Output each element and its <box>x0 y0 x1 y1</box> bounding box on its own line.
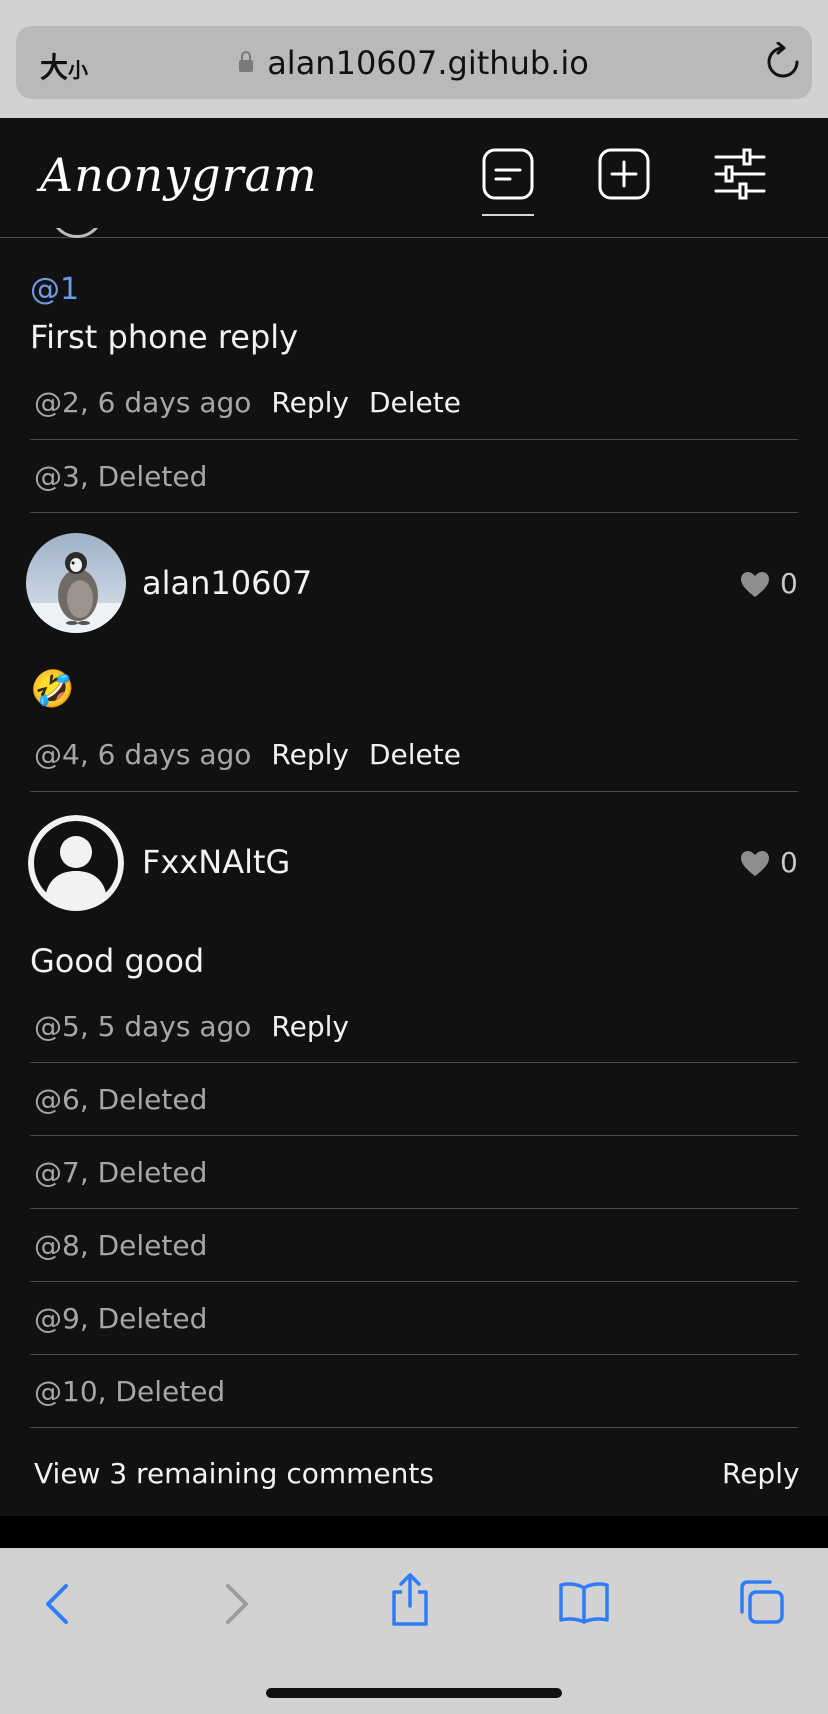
partial-avatar <box>50 228 104 242</box>
like-counter[interactable]: 0 <box>740 567 798 600</box>
forward-icon[interactable] <box>222 1582 252 1630</box>
username[interactable]: alan10607 <box>142 564 312 602</box>
delete-button[interactable]: Delete <box>369 386 461 419</box>
reply-button[interactable]: Reply <box>271 738 349 771</box>
settings-sliders-icon[interactable] <box>714 148 766 204</box>
divider <box>30 439 798 440</box>
browser-top-bar: 大小 alan10607.github.io <box>0 0 828 118</box>
divider <box>30 1208 798 1209</box>
back-icon[interactable] <box>42 1582 72 1630</box>
heart-icon[interactable] <box>740 850 770 878</box>
divider <box>30 791 798 792</box>
comment-meta-text: @2, 6 days ago <box>34 386 252 419</box>
deleted-comment: @8, Deleted <box>34 1229 208 1262</box>
username[interactable]: FxxNAltG <box>142 843 290 881</box>
avatar-penguin[interactable] <box>26 533 126 633</box>
reply-button[interactable]: Reply <box>271 386 349 419</box>
deleted-comment: @6, Deleted <box>34 1083 208 1116</box>
comment-meta-text: @4, 6 days ago <box>34 738 252 771</box>
deleted-comment: @3, Deleted <box>34 460 208 493</box>
comment-meta-text: @5, 5 days ago <box>34 1010 252 1043</box>
divider <box>30 1135 798 1136</box>
posts-icon[interactable] <box>482 148 534 204</box>
comment-text: First phone reply <box>30 318 299 356</box>
address-bar[interactable]: 大小 alan10607.github.io <box>16 26 812 99</box>
home-indicator <box>266 1688 562 1698</box>
footer-reply-button[interactable]: Reply <box>722 1457 800 1490</box>
deleted-comment: @9, Deleted <box>34 1302 208 1335</box>
comment-meta: @5, 5 days ago Reply <box>34 1010 349 1043</box>
page-bottom-edge <box>0 1516 828 1548</box>
app-header: Anonygram <box>0 118 828 238</box>
active-tab-indicator <box>482 214 534 216</box>
heart-icon[interactable] <box>740 571 770 599</box>
avatar-default[interactable] <box>28 815 124 911</box>
comment-meta: @2, 6 days ago Reply Delete <box>34 386 461 419</box>
add-post-icon[interactable] <box>598 148 650 204</box>
like-count: 0 <box>780 567 798 600</box>
divider <box>30 1062 798 1063</box>
tabs-icon[interactable] <box>736 1578 786 1630</box>
url-text: alan10607.github.io <box>267 44 589 82</box>
divider <box>30 512 798 513</box>
reply-mention[interactable]: @1 <box>30 272 79 307</box>
deleted-comment: @7, Deleted <box>34 1156 208 1189</box>
comment-emoji: 🤣 <box>30 669 75 710</box>
view-remaining-comments-link[interactable]: View 3 remaining comments <box>34 1457 434 1490</box>
divider <box>30 1354 798 1355</box>
bookmarks-icon[interactable] <box>558 1580 610 1628</box>
deleted-comment: @10, Deleted <box>34 1375 226 1408</box>
reply-button[interactable]: Reply <box>271 1010 349 1043</box>
like-counter[interactable]: 0 <box>740 846 798 879</box>
share-icon[interactable] <box>388 1572 432 1632</box>
lock-icon <box>239 51 254 72</box>
delete-button[interactable]: Delete <box>369 738 461 771</box>
divider <box>30 1427 798 1428</box>
app-logo[interactable]: Anonygram <box>40 148 318 202</box>
like-count: 0 <box>780 846 798 879</box>
url-display[interactable]: alan10607.github.io <box>16 44 812 82</box>
comment-meta: @4, 6 days ago Reply Delete <box>34 738 461 771</box>
comment-text: Good good <box>30 942 205 980</box>
divider <box>30 1281 798 1282</box>
reload-icon[interactable] <box>764 41 802 86</box>
